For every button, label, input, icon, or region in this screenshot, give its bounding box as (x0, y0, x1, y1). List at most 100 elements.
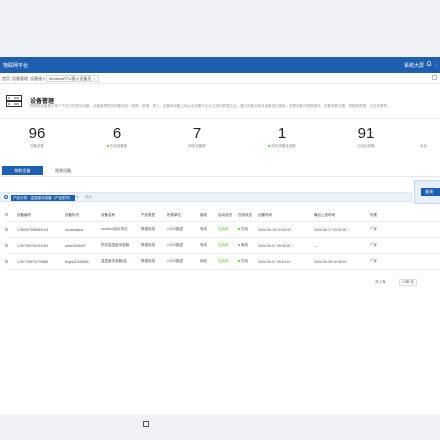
tab-underline (0, 176, 440, 177)
table-row[interactable]: 1787706574275586 brgeto2345466 温湿度传感器(温.… (4, 253, 440, 270)
table-header[interactable]: 创建时间 (257, 209, 313, 222)
cursor-marker (143, 421, 149, 427)
online-status: 离线 (241, 243, 248, 247)
pagination-total: 共 3 条 (375, 280, 386, 284)
filter-input[interactable]: 筛选 (85, 195, 92, 200)
table-cell: — (313, 237, 369, 254)
main-panel: 设备管理 物联网设备属于某个产品下的具体设备，设备管理提供设备的统一管理，新建、… (0, 84, 440, 414)
row-select[interactable] (4, 253, 16, 270)
table-cell: 2024-05-07 09:54:19 (257, 253, 313, 270)
table-cell: CJSX集团 (166, 237, 199, 254)
table-header-row: 设备编号 设备标识 设备名称 产品类型 所属单位 接线 启动状态 在线状态 创建… (4, 209, 440, 222)
crumb-home[interactable]: 首页 (2, 76, 10, 82)
table-cell: 数据传感 (140, 253, 166, 270)
bell-icon[interactable] (426, 61, 432, 67)
top-navbar: 物联网平台 系统大屏 ⋮ (0, 57, 440, 73)
table-cell: 物流温湿度传感器 (100, 237, 140, 254)
filter-icon[interactable] (4, 195, 8, 199)
crumb-modbus-label: ModbusRTU接入设备页 (49, 76, 92, 81)
query-button[interactable]: 查询 (421, 188, 440, 196)
online-dot-icon (238, 260, 240, 263)
table-cell: CJSX集团 (166, 253, 199, 270)
table-row[interactable]: 1786307565063143 modbustest modbus协议测试 数… (4, 221, 440, 238)
table-header[interactable]: 产品类型 (140, 209, 166, 222)
online-status-cell: 在线 (237, 253, 257, 270)
stat-label-wrap: 在线设备数 (82, 144, 152, 149)
table-header[interactable]: 接线 (199, 209, 217, 222)
table-cell: rehw3345467 (64, 237, 100, 254)
stat-value: 7 (192, 125, 202, 142)
enabled-status: 已启用 (217, 253, 237, 270)
stat-label-wrap: 网关设备在线数 (247, 144, 317, 149)
stat-value: 91 (357, 125, 375, 142)
stat-disabled: 未启 (420, 126, 440, 149)
stat-label: 网关设备在线数 (271, 144, 296, 148)
close-icon[interactable]: × (76, 194, 78, 199)
online-status-cell: 离线 (237, 237, 257, 254)
online-status: 在线 (241, 227, 248, 231)
table-header[interactable]: 在线状态 (237, 209, 257, 222)
table-header[interactable]: 设备编号 (16, 209, 64, 222)
table-cell: 有线 (199, 237, 217, 254)
stat-label: 在线设备数 (109, 144, 128, 148)
online-dot-icon (238, 228, 240, 231)
close-icon[interactable]: × (93, 76, 95, 81)
stat-value: 96 (28, 125, 46, 142)
table-cell: 数据传感 (140, 237, 166, 254)
stat-value: 6 (112, 125, 122, 142)
table-cell: 1787706574275586 (16, 253, 64, 270)
table-cell: CJSX集团 (166, 221, 199, 238)
table-header-select[interactable] (4, 209, 16, 222)
table-cell: 1787295761923153 (16, 237, 64, 254)
checkbox[interactable] (5, 259, 8, 263)
table-cell: brgeto2345466 (64, 253, 100, 270)
online-dot-icon (106, 145, 109, 148)
table-cell: 数据传感 (140, 221, 166, 238)
table-cell: 2024-05-07 09:45:20 (257, 237, 313, 254)
offline-dot-icon (238, 244, 240, 247)
stat-total-devices: 96 设备总数 (2, 126, 72, 149)
crumb-device-management[interactable]: 设备管理 (12, 76, 28, 82)
table-header[interactable]: 启动状态 (217, 209, 237, 222)
row-select[interactable] (4, 237, 16, 254)
online-status-cell: 在线 (237, 221, 257, 238)
table-cell: 2024-05-08 16:38:40 (313, 253, 369, 270)
table-cell: 网线 (199, 253, 217, 270)
checkbox[interactable] (5, 227, 8, 231)
device-table: 设备编号 设备标识 设备名称 产品类型 所属单位 接线 启动状态 在线状态 创建… (4, 209, 440, 270)
checkbox[interactable] (5, 213, 8, 216)
tab-iot-devices[interactable]: 物联设备 (2, 166, 43, 175)
table-header[interactable]: 所属 (369, 209, 440, 222)
crumb-modbus-tab[interactable]: ModbusRTU接入设备页 × (46, 75, 99, 82)
tab-video-devices[interactable]: 视频设备 (55, 166, 85, 175)
page-size-select[interactable]: 10条/页 (399, 279, 417, 286)
stat-value (420, 126, 440, 141)
filter-tag[interactable]: 产品分类：温湿度传感器（产品型号） (11, 194, 75, 201)
filter-bar: 产品分类：温湿度传感器（产品型号） × 筛选 (0, 192, 412, 202)
table-cell: 1786307565063143 (16, 221, 64, 238)
user-name[interactable]: 系统大屏 (404, 62, 424, 69)
app-title: 物联网平台 (3, 63, 29, 69)
table-cell: 2024-05-15 15:05:00 (257, 221, 313, 238)
table-cell: 广安 (369, 237, 440, 254)
table-header[interactable]: 所属单位 (166, 209, 199, 222)
table-header[interactable]: 最后上线时间 (313, 209, 369, 222)
table-row[interactable]: 1787295761923153 rehw3345467 物流温湿度传感器 数据… (4, 237, 440, 254)
stat-label: 设备总数 (30, 144, 44, 148)
online-status: 在线 (241, 259, 248, 263)
table-header[interactable]: 设备名称 (100, 209, 140, 222)
table-cell: 广安 (369, 221, 440, 238)
table-cell: modbus协议测试 (100, 221, 140, 238)
crumb-device-access[interactable]: 设备接入 (30, 76, 46, 82)
table-header[interactable]: 设备标识 (64, 209, 100, 222)
checkbox[interactable] (5, 243, 8, 247)
row-select[interactable] (4, 221, 16, 238)
stat-label: 网关设备数 (188, 144, 206, 148)
online-dot-icon (268, 145, 271, 148)
enabled-status: 已启用 (217, 237, 237, 254)
stat-label: 未启 (420, 144, 427, 148)
query-button-highlight[interactable]: 查询 (414, 180, 440, 204)
stat-gateway-devices: 7 网关设备数 (162, 126, 232, 149)
fullscreen-icon[interactable] (432, 75, 437, 80)
more-icon[interactable]: ⋮ (434, 62, 439, 68)
